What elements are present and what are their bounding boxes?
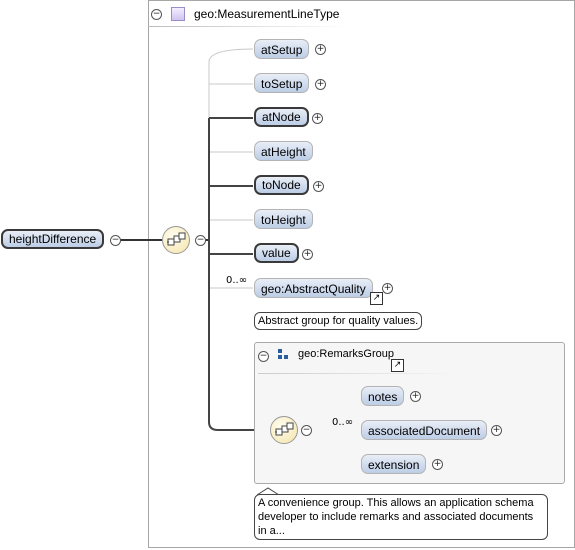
collapse-sequence-icon[interactable]: − (195, 235, 206, 246)
abstract-quality-doc: Abstract group for quality values. (254, 312, 423, 330)
element-to-setup[interactable]: toSetup (254, 73, 310, 93)
element-label: toSetup (261, 77, 303, 91)
expand-icon[interactable]: + (313, 181, 324, 192)
element-label: atSetup (261, 43, 303, 57)
element-to-node[interactable]: toNode (254, 175, 309, 195)
element-at-node[interactable]: atNode (254, 107, 309, 127)
remarks-group-doc: A convenience group. This allows an appl… (254, 494, 548, 540)
element-label: toHeight (261, 213, 306, 227)
expand-icon[interactable]: + (382, 283, 393, 294)
sequence-compositor-icon[interactable] (162, 226, 190, 254)
expand-icon[interactable]: + (312, 113, 323, 124)
group-sequence-icon[interactable] (270, 416, 298, 444)
element-abstract-quality[interactable]: geo:AbstractQuality (254, 278, 373, 298)
element-label: associatedDocument (368, 424, 481, 438)
collapse-root-icon[interactable]: − (110, 235, 121, 246)
collapse-group-icon[interactable]: − (258, 351, 269, 362)
expand-icon[interactable]: + (315, 44, 326, 55)
group-external-link-icon[interactable]: ↗ (391, 359, 404, 372)
element-label: atNode (262, 110, 301, 124)
element-associated-document[interactable]: associatedDocument (361, 420, 488, 440)
element-notes[interactable]: notes (361, 386, 405, 406)
element-to-height[interactable]: toHeight (254, 209, 313, 229)
expand-icon[interactable]: + (491, 425, 502, 436)
cardinality-label: 0..∞ (226, 275, 248, 286)
element-at-setup[interactable]: atSetup (254, 39, 310, 59)
element-label: extension (368, 458, 420, 472)
root-label: heightDifference (9, 232, 97, 246)
expand-icon[interactable]: + (432, 459, 443, 470)
expand-icon[interactable]: + (315, 79, 326, 90)
group-icon (278, 349, 290, 361)
collapse-group-sequence-icon[interactable]: − (301, 425, 312, 436)
element-label: value (262, 246, 291, 260)
expand-icon[interactable]: + (302, 249, 313, 260)
element-at-height[interactable]: atHeight (254, 141, 313, 161)
element-label: toNode (262, 178, 301, 192)
element-value[interactable]: value (254, 243, 299, 263)
group-title: geo:RemarksGroup (298, 348, 394, 360)
group-header-divider (258, 373, 458, 374)
root-element-height-difference[interactable]: heightDifference (1, 229, 105, 249)
expand-icon[interactable]: + (410, 391, 421, 402)
element-label: atHeight (261, 145, 306, 159)
element-extension[interactable]: extension (361, 454, 427, 474)
group-cardinality-label: 0..∞ (332, 417, 354, 428)
element-label: notes (368, 390, 398, 404)
external-link-icon[interactable]: ↗ (370, 292, 383, 305)
element-label: geo:AbstractQuality (261, 282, 366, 296)
